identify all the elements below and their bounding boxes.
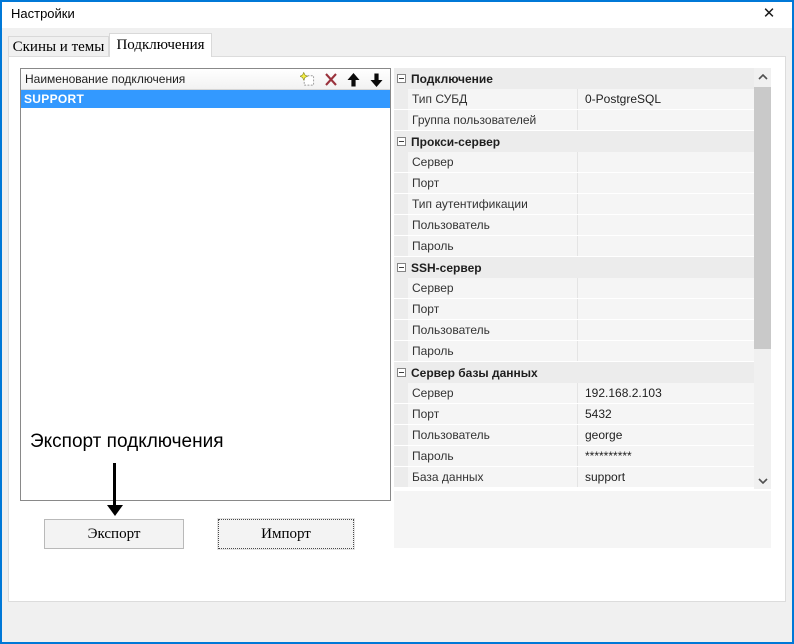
annotation-text: Экспорт подключения xyxy=(30,431,224,453)
property-name: Порт xyxy=(408,404,578,424)
move-down-icon[interactable] xyxy=(369,72,384,87)
property-group-header[interactable]: Сервер базы данных xyxy=(394,362,754,383)
chevron-up-icon[interactable] xyxy=(754,68,771,85)
property-value[interactable] xyxy=(578,110,754,130)
titlebar: Настройки ✕ xyxy=(0,0,794,28)
property-row: Сервер xyxy=(394,278,754,299)
settings-window: Настройки ✕ Скины и темы Подключения Наи… xyxy=(0,0,794,644)
new-connection-icon[interactable] xyxy=(300,72,315,87)
property-name: Группа пользователей xyxy=(408,110,578,130)
property-value[interactable] xyxy=(578,215,754,235)
group-label: Подключение xyxy=(411,72,493,86)
scrollbar-thumb[interactable] xyxy=(754,87,771,349)
property-name: Сервер xyxy=(408,278,578,298)
delete-connection-icon[interactable] xyxy=(323,72,338,87)
property-name: Тип аутентификации xyxy=(408,194,578,214)
annotation-arrow-head xyxy=(107,505,123,516)
collapse-icon[interactable] xyxy=(397,137,406,146)
property-value[interactable] xyxy=(578,320,754,340)
chevron-down-icon[interactable] xyxy=(754,472,771,489)
property-value[interactable]: support xyxy=(578,467,754,487)
export-button[interactable]: Экспорт xyxy=(44,519,184,549)
property-name: Пользователь xyxy=(408,425,578,445)
property-group-header[interactable]: Прокси-сервер xyxy=(394,131,754,152)
property-name: Пользователь xyxy=(408,320,578,340)
property-value[interactable] xyxy=(578,236,754,256)
connection-toolbar xyxy=(300,69,384,90)
property-row: Сервер 192.168.2.103 xyxy=(394,383,754,404)
window-title: Настройки xyxy=(11,0,75,28)
property-name: Сервер xyxy=(408,152,578,172)
property-group-header[interactable]: Подключение xyxy=(394,68,754,89)
property-name: Порт xyxy=(408,299,578,319)
property-value[interactable]: 192.168.2.103 xyxy=(578,383,754,403)
property-row: Пароль xyxy=(394,341,754,362)
connection-row-support[interactable]: SUPPORT xyxy=(21,90,390,108)
property-row: Пользователь george xyxy=(394,425,754,446)
property-grid: Подключение Тип СУБД 0-PostgreSQL Группа… xyxy=(394,68,754,488)
property-value[interactable]: george xyxy=(578,425,754,445)
property-name: Сервер xyxy=(408,383,578,403)
collapse-icon[interactable] xyxy=(397,368,406,377)
property-row: Сервер xyxy=(394,152,754,173)
move-up-icon[interactable] xyxy=(346,72,361,87)
tab-skins-themes[interactable]: Скины и темы xyxy=(8,36,109,57)
property-grid-empty-area xyxy=(394,491,771,548)
import-button[interactable]: Импорт xyxy=(218,519,354,549)
property-row: Порт 5432 xyxy=(394,404,754,425)
property-row: Тип СУБД 0-PostgreSQL xyxy=(394,89,754,110)
property-value[interactable]: 0-PostgreSQL xyxy=(578,89,754,109)
connection-list-header-label: Наименование подключения xyxy=(25,69,185,90)
connections-tab-page: Наименование подключения xyxy=(8,56,786,602)
property-name: Порт xyxy=(408,173,578,193)
property-group-header[interactable]: SSH-сервер xyxy=(394,257,754,278)
property-grid-scrollbar[interactable] xyxy=(754,68,771,489)
property-value[interactable] xyxy=(578,194,754,214)
property-name: Пользователь xyxy=(408,215,578,235)
property-row: Тип аутентификации xyxy=(394,194,754,215)
group-label: SSH-сервер xyxy=(411,261,482,275)
property-value[interactable]: 5432 xyxy=(578,404,754,424)
property-value[interactable] xyxy=(578,299,754,319)
property-value[interactable] xyxy=(578,173,754,193)
property-name: Пароль xyxy=(408,236,578,256)
property-value[interactable] xyxy=(578,341,754,361)
property-name: База данных xyxy=(408,467,578,487)
property-value[interactable] xyxy=(578,278,754,298)
connection-list-header[interactable]: Наименование подключения xyxy=(21,69,390,90)
property-name: Тип СУБД xyxy=(408,89,578,109)
group-label: Сервер базы данных xyxy=(411,366,538,380)
property-row: Пароль ********** xyxy=(394,446,754,467)
property-name: Пароль xyxy=(408,446,578,466)
property-value[interactable]: ********** xyxy=(578,446,754,466)
property-name: Пароль xyxy=(408,341,578,361)
group-label: Прокси-сервер xyxy=(411,135,500,149)
collapse-icon[interactable] xyxy=(397,74,406,83)
tab-connections[interactable]: Подключения xyxy=(109,33,212,57)
close-icon[interactable]: ✕ xyxy=(754,0,784,27)
property-row: Пользователь xyxy=(394,215,754,236)
property-row: База данных support xyxy=(394,467,754,488)
property-row: Пользователь xyxy=(394,320,754,341)
property-value[interactable] xyxy=(578,152,754,172)
property-row: Порт xyxy=(394,173,754,194)
annotation-arrow xyxy=(113,463,116,506)
property-row: Пароль xyxy=(394,236,754,257)
collapse-icon[interactable] xyxy=(397,263,406,272)
property-row: Порт xyxy=(394,299,754,320)
property-row: Группа пользователей xyxy=(394,110,754,131)
